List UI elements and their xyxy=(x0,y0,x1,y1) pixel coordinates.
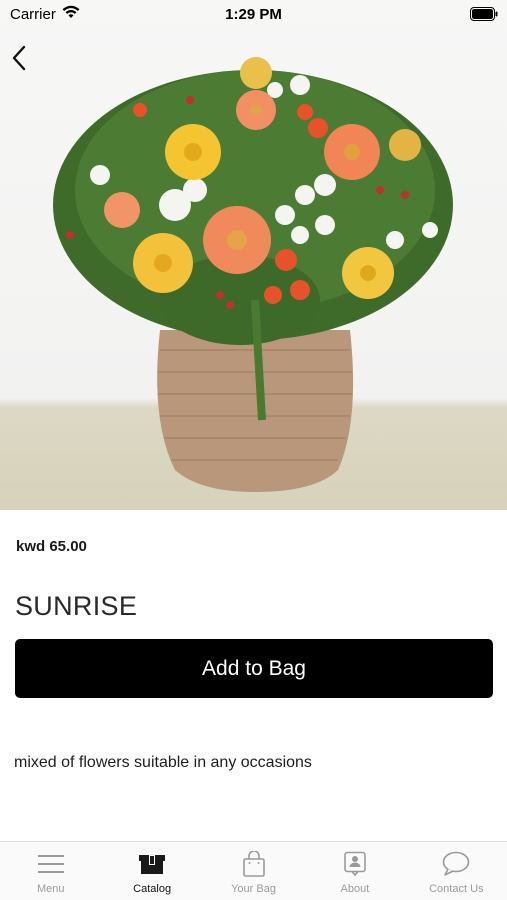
product-description: mixed of flowers suitable in any occasio… xyxy=(14,754,312,771)
tab-label-menu: Menu xyxy=(36,883,65,895)
menu-icon xyxy=(36,851,66,877)
status-bar: Carrier 1:29 PM xyxy=(0,0,507,30)
tab-about[interactable]: About xyxy=(304,842,405,900)
about-icon xyxy=(340,851,370,877)
catalog-icon xyxy=(137,851,167,877)
tab-catalog[interactable]: Catalog xyxy=(101,842,202,900)
tab-label-contact-us: Contact Us xyxy=(429,883,484,895)
flower-arrangement-illustration xyxy=(53,57,453,492)
clock: 1:29 PM xyxy=(225,6,282,23)
chat-icon xyxy=(441,851,471,877)
product-price: kwd 65.00 xyxy=(16,538,87,555)
tab-label-about: About xyxy=(340,883,370,895)
product-image xyxy=(0,0,507,510)
tab-contact-us[interactable]: Contact Us xyxy=(406,842,507,900)
chevron-left-icon xyxy=(12,45,26,71)
tab-bar: Menu Catalog Your Bag About Contact Us xyxy=(0,841,507,900)
bag-icon xyxy=(239,851,269,877)
tab-your-bag[interactable]: Your Bag xyxy=(203,842,304,900)
battery-icon xyxy=(470,7,498,21)
tab-label-your-bag: Your Bag xyxy=(231,883,276,895)
add-to-bag-button[interactable]: Add to Bag xyxy=(15,639,493,698)
tab-label-catalog: Catalog xyxy=(133,883,172,895)
product-title: SUNRISE xyxy=(15,591,138,621)
tab-menu[interactable]: Menu xyxy=(0,842,101,900)
back-button[interactable] xyxy=(6,42,32,74)
